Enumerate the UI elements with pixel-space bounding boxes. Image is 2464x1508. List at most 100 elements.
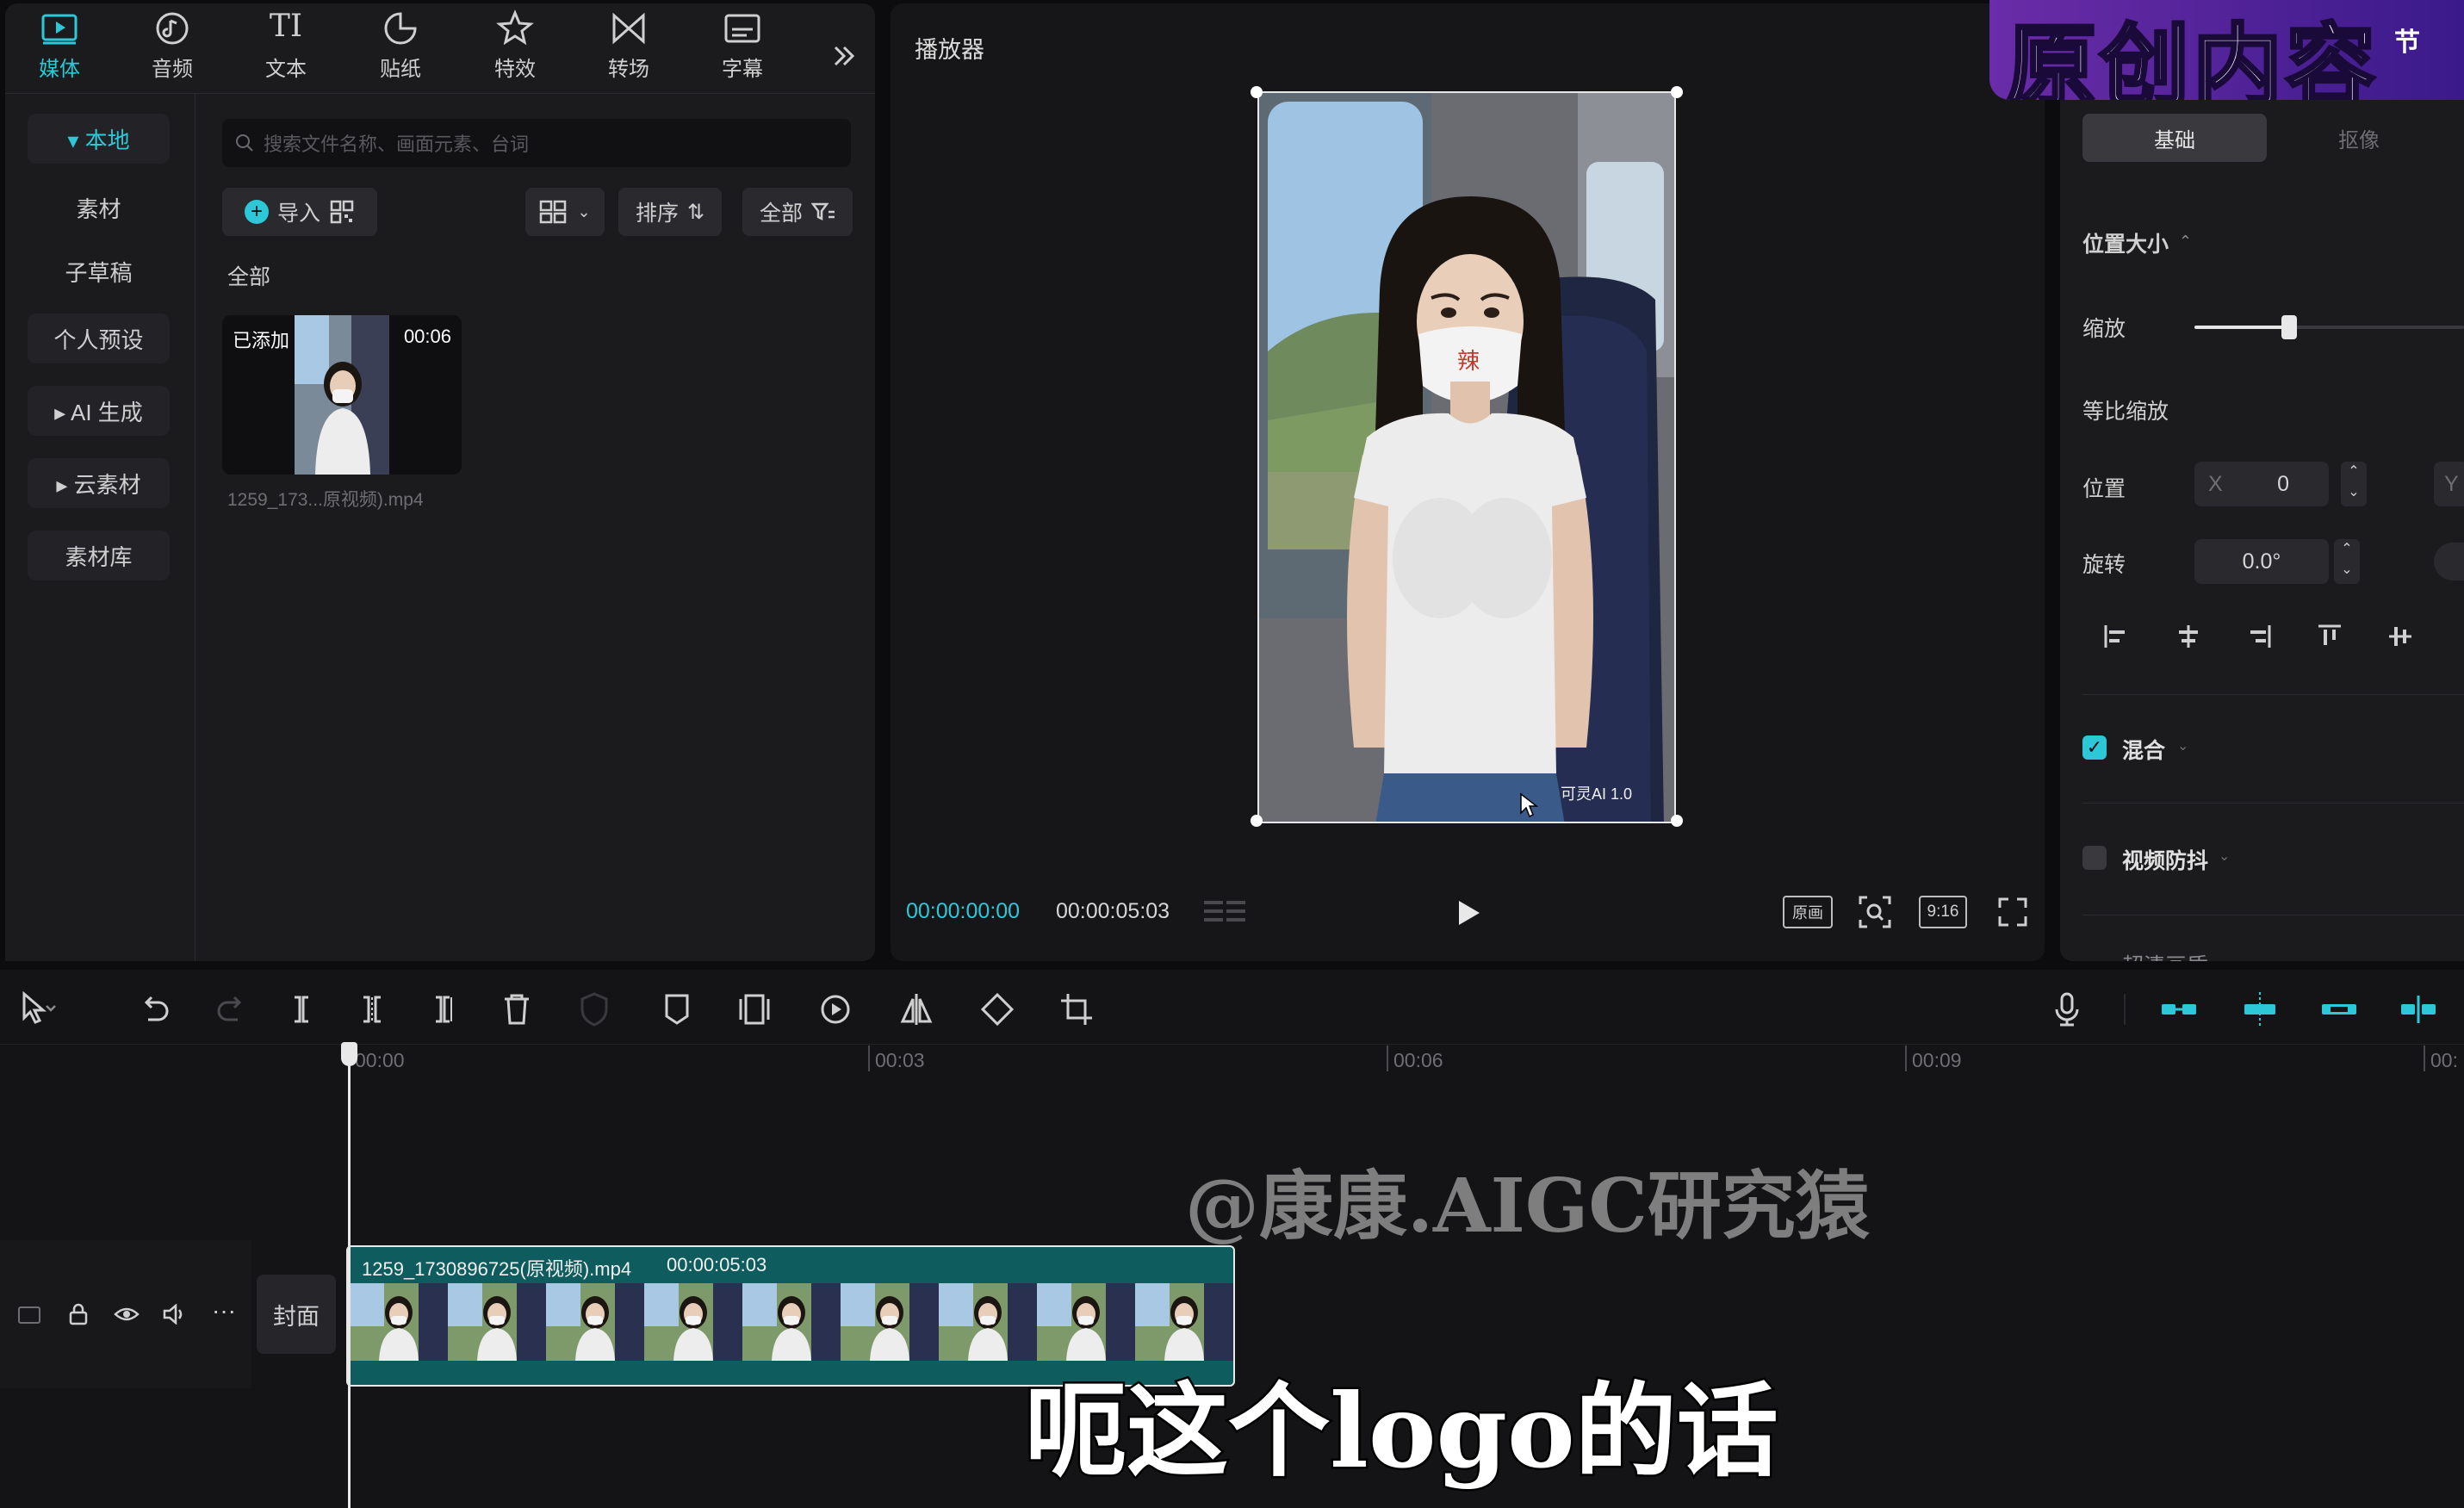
redo-icon[interactable] xyxy=(210,989,251,1030)
stepper-icon[interactable]: ⌃ ⌄ xyxy=(2341,462,2367,506)
toolbar-separator xyxy=(2124,994,2126,1025)
play-button[interactable] xyxy=(1455,899,1481,927)
align-center-h-icon[interactable] xyxy=(2174,622,2203,651)
align-top-icon[interactable] xyxy=(2315,622,2344,651)
filmstrip-frame xyxy=(448,1283,546,1361)
cover-button[interactable]: 封面 xyxy=(257,1275,336,1354)
search-box[interactable]: 搜索文件名称、画面元素、台词 xyxy=(222,119,851,167)
position-y-prefix: Y xyxy=(2444,471,2459,496)
position-y-field[interactable]: Y xyxy=(2434,462,2464,506)
select-tool-icon[interactable] xyxy=(17,989,59,1030)
top-banner-side-text: 节 xyxy=(2394,28,2420,58)
nav-library[interactable]: 素材库 xyxy=(28,531,170,580)
media-clip-thumbnail[interactable]: 已添加 00:06 xyxy=(222,315,462,475)
position-x-field[interactable]: X 0 xyxy=(2194,462,2329,506)
tab-basic[interactable]: 基础 xyxy=(2082,114,2267,162)
tab-cutout[interactable]: 抠像 xyxy=(2267,114,2451,162)
align-center-v-icon[interactable] xyxy=(2386,622,2415,651)
resize-handle[interactable] xyxy=(1251,815,1263,827)
nav-sub-draft[interactable]: 子草稿 xyxy=(28,246,170,296)
filmstrip-frame xyxy=(644,1283,742,1361)
tab-sticker-label: 贴纸 xyxy=(380,58,421,81)
nav-presets[interactable]: 个人预设 xyxy=(28,313,170,363)
nav-local[interactable]: ▾ 本地 xyxy=(28,114,170,164)
resize-handle[interactable] xyxy=(1671,86,1683,98)
blend-label: 混合 xyxy=(2122,739,2166,763)
scale-slider-thumb[interactable] xyxy=(2281,315,2297,339)
playhead-handle[interactable] xyxy=(341,1042,357,1066)
chevron-up-icon[interactable]: ⌃ xyxy=(2179,233,2192,251)
video-preview[interactable]: 辣 可灵AI 1.0 xyxy=(1257,91,1676,823)
timeline-grid-icon[interactable] xyxy=(1202,897,1249,927)
fit-screen-icon[interactable] xyxy=(1857,894,1893,930)
resize-handle[interactable] xyxy=(1671,815,1683,827)
qr-icon xyxy=(329,199,355,225)
delete-icon[interactable] xyxy=(496,989,537,1030)
chevron-down-icon: ⌄ xyxy=(577,202,591,220)
split-left-icon[interactable] xyxy=(351,989,393,1030)
lock-icon[interactable] xyxy=(67,1302,90,1326)
filmstrip-frame xyxy=(546,1283,644,1361)
crop-icon[interactable] xyxy=(1056,989,1097,1030)
ruler-tick-0: 00:00 xyxy=(355,1049,405,1071)
more-tabs-icon[interactable] xyxy=(822,34,866,78)
rotation-field[interactable]: 0.0° xyxy=(2194,539,2329,584)
link-track-icon[interactable] xyxy=(2158,989,2200,1030)
align-right-icon[interactable] xyxy=(2244,622,2274,651)
microphone-icon[interactable] xyxy=(2046,989,2088,1030)
player-title: 播放器 xyxy=(915,37,984,63)
sort-button[interactable]: 排序 ⇅ xyxy=(618,188,722,236)
align-left-icon[interactable] xyxy=(2101,622,2131,651)
tab-subtitle[interactable]: 字幕 xyxy=(695,9,790,84)
mirror-icon[interactable] xyxy=(896,989,937,1030)
original-quality-button[interactable]: 原画 xyxy=(1783,896,1833,928)
nav-cloud[interactable]: ▸ 云素材 xyxy=(28,458,170,508)
reverse-play-icon[interactable] xyxy=(815,989,856,1030)
split-track-icon[interactable] xyxy=(2398,989,2439,1030)
current-time: 00:00:00:00 xyxy=(906,899,1021,923)
rotate-icon[interactable] xyxy=(977,989,1018,1030)
split-right-icon[interactable] xyxy=(422,989,463,1030)
cover-label: 封面 xyxy=(273,1303,320,1330)
view-mode-button[interactable]: ⌄ xyxy=(525,188,605,236)
preview-axis-icon[interactable] xyxy=(2318,989,2360,1030)
ruler-tick-12: 00: xyxy=(2424,1046,2463,1071)
marker-icon[interactable] xyxy=(656,989,698,1030)
shield-icon[interactable] xyxy=(574,989,615,1030)
track-collapse-icon[interactable] xyxy=(17,1306,41,1325)
tab-media[interactable]: 媒体 xyxy=(12,9,107,84)
freeze-frame-icon[interactable] xyxy=(734,989,775,1030)
mouse-cursor-icon xyxy=(1519,792,1540,818)
volume-icon[interactable] xyxy=(162,1304,188,1325)
filter-button[interactable]: 全部 xyxy=(742,188,853,236)
nav-material[interactable]: 素材 xyxy=(28,183,170,233)
nav-ai-generate[interactable]: ▸ AI 生成 xyxy=(28,386,170,436)
scale-slider[interactable] xyxy=(2194,315,2464,339)
import-button[interactable]: + 导入 xyxy=(222,188,377,236)
undo-icon[interactable] xyxy=(134,989,176,1030)
chevron-down-icon[interactable]: ⌄ xyxy=(2177,737,2188,754)
fullscreen-icon[interactable] xyxy=(1996,896,2029,928)
svg-text:辣: 辣 xyxy=(1457,349,1480,375)
split-icon[interactable] xyxy=(281,989,322,1030)
tab-transition[interactable]: 转场 xyxy=(581,9,676,84)
more-options-icon[interactable]: ··· xyxy=(212,1297,236,1325)
scale-label: 缩放 xyxy=(2082,317,2126,341)
stabilize-checkbox[interactable] xyxy=(2082,846,2107,870)
eye-icon[interactable] xyxy=(114,1304,140,1325)
playhead[interactable] xyxy=(348,1042,351,1508)
resize-handle[interactable] xyxy=(1251,86,1263,98)
chevron-down-icon[interactable]: ⌄ xyxy=(2219,847,2230,865)
snap-icon[interactable] xyxy=(2239,989,2281,1030)
search-placeholder: 搜索文件名称、画面元素、台词 xyxy=(264,133,530,155)
audio-icon xyxy=(152,9,192,48)
total-time: 00:00:05:03 xyxy=(1056,899,1170,923)
tab-text[interactable]: TI 文本 xyxy=(239,9,333,84)
aspect-ratio-button[interactable]: 9:16 xyxy=(1919,896,1967,928)
section-position-size: 位置大小 xyxy=(2082,233,2169,257)
tab-audio[interactable]: 音频 xyxy=(125,9,220,84)
blend-checkbox[interactable]: ✓ xyxy=(2082,735,2107,760)
tab-sticker[interactable]: 贴纸 xyxy=(353,9,448,84)
stepper-icon[interactable]: ⌃ ⌄ xyxy=(2334,539,2360,584)
tab-effects[interactable]: 特效 xyxy=(468,9,562,84)
